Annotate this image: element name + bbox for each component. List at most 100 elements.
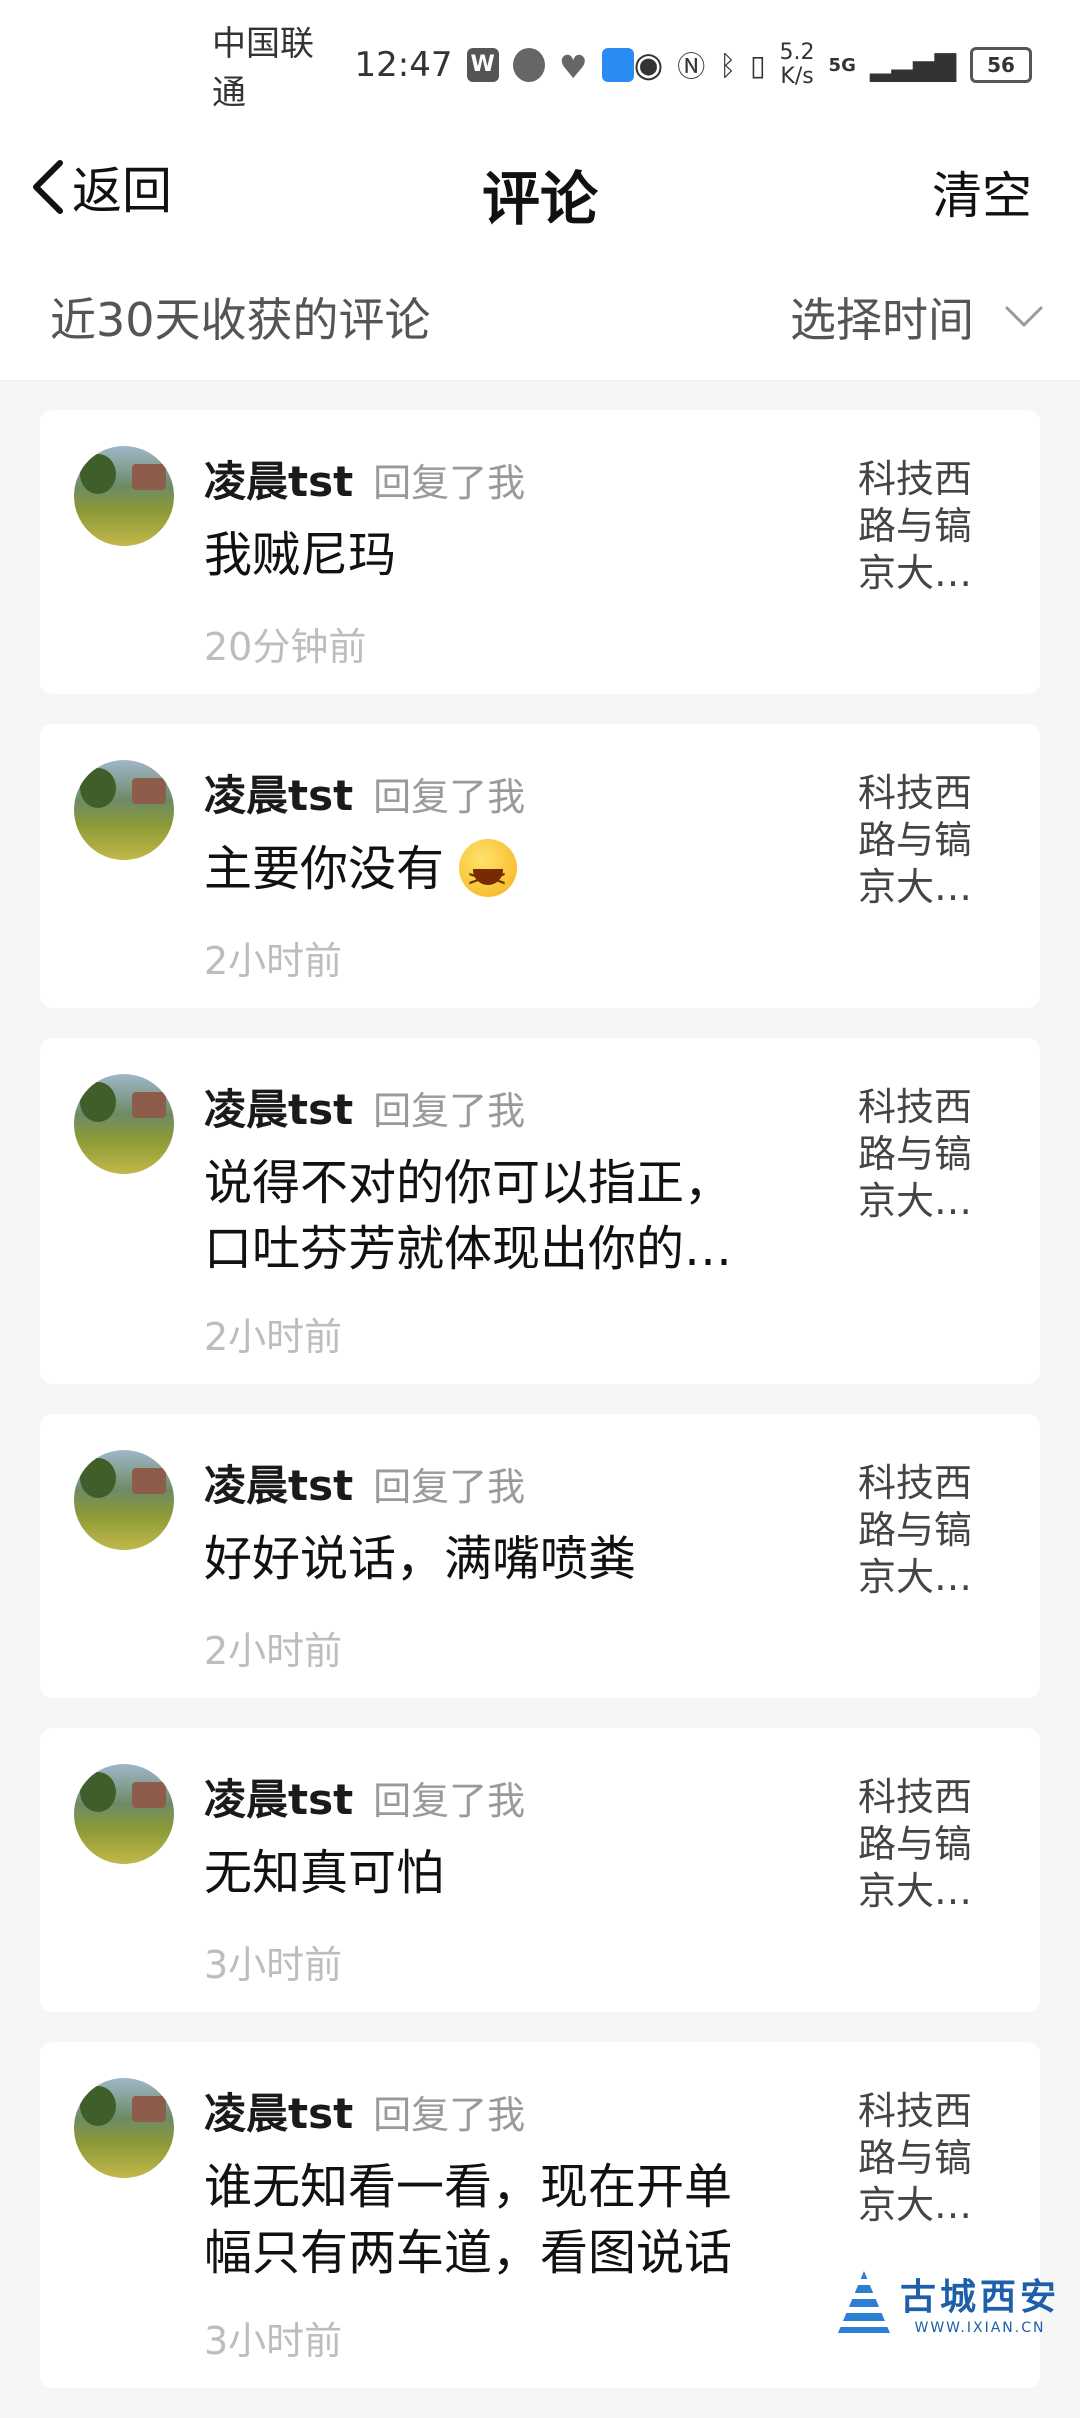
- status-right: ◉ Ⓝ ᛒ ▯ 5.2 K/s 5G ▂▃▅▇ 56: [634, 41, 1032, 89]
- net-speed-unit: K/s: [780, 64, 814, 89]
- comment-time: 2小时前: [204, 939, 343, 983]
- comment-card[interactable]: 凌晨tst 回复了我 主要你没有 2小时前 科技西 路与镐 京大…: [40, 724, 1040, 1008]
- carrier-name: 中国联通: [212, 24, 314, 113]
- comment-text: 我贼尼玛: [204, 522, 804, 588]
- location-line-1: 科技西: [858, 771, 973, 815]
- filter-bar: 近30天收获的评论 选择时间: [0, 242, 1080, 381]
- wps-app-icon: W: [466, 48, 499, 82]
- username[interactable]: 凌晨tst: [204, 1766, 353, 1827]
- username[interactable]: 凌晨tst: [204, 762, 353, 823]
- location-line-2: 路与镐: [858, 818, 973, 862]
- location-label: 科技西 路与镐 京大…: [858, 770, 998, 911]
- comment-card[interactable]: 凌晨tst 回复了我 谁无知看一看，现在开单 幅只有两车道，看图说话 3小时前 …: [40, 2042, 1040, 2388]
- comment-header: 凌晨tst 回复了我: [204, 1766, 525, 1827]
- location-line-1: 科技西: [858, 457, 973, 501]
- comment-time: 2小时前: [204, 1315, 343, 1359]
- location-line-1: 科技西: [858, 2089, 973, 2133]
- clear-button[interactable]: 清空: [932, 156, 1032, 228]
- nfc-icon: Ⓝ: [677, 50, 706, 83]
- comment-card[interactable]: 凌晨tst 回复了我 好好说话，满嘴喷粪 2小时前 科技西 路与镐 京大…: [40, 1414, 1040, 1698]
- location-line-2: 路与镐: [858, 504, 973, 548]
- battery-icon: 56: [970, 47, 1032, 83]
- comment-header: 凌晨tst 回复了我: [204, 2080, 525, 2141]
- comment-line-2: 幅只有两车道，看图说话: [204, 2225, 733, 2281]
- comment-card[interactable]: 凌晨tst 回复了我 说得不对的你可以指正， 口吐芬芳就体现出你的… 2小时前 …: [40, 1038, 1040, 1384]
- health-heart-icon: ♥: [558, 48, 588, 86]
- avatar[interactable]: [74, 1450, 174, 1550]
- username[interactable]: 凌晨tst: [204, 1076, 353, 1137]
- avatar[interactable]: [74, 2078, 174, 2178]
- comment-time: 3小时前: [204, 1943, 343, 1987]
- location-label: 科技西 路与镐 京大…: [858, 2088, 998, 2229]
- avatar[interactable]: [74, 1764, 174, 1864]
- comment-list: 凌晨tst 回复了我 我贼尼玛 20分钟前 科技西 路与镐 京大… 凌晨tst …: [40, 410, 1040, 2418]
- basketball-app-icon: [512, 48, 545, 82]
- location-label: 科技西 路与镐 京大…: [858, 456, 998, 597]
- comment-header: 凌晨tst 回复了我: [204, 448, 525, 509]
- comment-line-1: 主要你没有: [204, 841, 445, 897]
- filter-title: 近30天收获的评论: [50, 293, 431, 347]
- comment-line-1: 说得不对的你可以指正，: [204, 1155, 733, 1211]
- watermark-main: 古城西安: [899, 2276, 1060, 2318]
- weather-app-icon: [601, 48, 634, 82]
- laughing-emoji-icon: [459, 839, 518, 911]
- comment-line-1: 无知真可怕: [204, 1845, 445, 1901]
- location-line-2: 路与镐: [858, 2136, 973, 2180]
- signal-icon: ▂▃▅▇: [869, 48, 956, 82]
- location-label: 科技西 路与镐 京大…: [858, 1774, 998, 1915]
- comment-header: 凌晨tst 回复了我: [204, 1452, 525, 1513]
- status-left: 中国联通 12:47 W ♥: [212, 16, 634, 114]
- location-line-1: 科技西: [858, 1461, 973, 1505]
- location-line-3: 京大…: [858, 865, 973, 909]
- comment-line-1: 我贼尼玛: [204, 527, 397, 583]
- avatar[interactable]: [74, 446, 174, 546]
- net-speed: 5.2 K/s: [780, 41, 815, 89]
- chevron-down-icon: [1005, 306, 1043, 327]
- comment-text: 无知真可怕: [204, 1840, 804, 1906]
- reply-label: 回复了我: [373, 1089, 526, 1133]
- reply-label: 回复了我: [373, 1465, 526, 1509]
- location-line-1: 科技西: [858, 1775, 973, 1819]
- pagoda-logo-icon: [837, 2271, 890, 2333]
- eye-comfort-icon: ◉: [633, 45, 664, 85]
- comment-text: 说得不对的你可以指正， 口吐芬芳就体现出你的…: [204, 1150, 804, 1282]
- location-line-3: 京大…: [858, 551, 973, 595]
- username[interactable]: 凌晨tst: [204, 2080, 353, 2141]
- site-watermark: 古城西安 WWW.IXIAN.CN: [837, 2268, 1060, 2336]
- location-line-3: 京大…: [858, 2183, 973, 2227]
- avatar[interactable]: [74, 1074, 174, 1174]
- reply-label: 回复了我: [373, 1779, 526, 1823]
- comment-text: 主要你没有: [204, 836, 804, 911]
- nav-bar: 返回 评论 清空: [0, 130, 1080, 242]
- comment-time: 2小时前: [204, 1629, 343, 1673]
- comment-header: 凌晨tst 回复了我: [204, 1076, 525, 1137]
- comment-text: 好好说话，满嘴喷粪: [204, 1526, 804, 1592]
- bluetooth-icon: ᛒ: [719, 48, 737, 82]
- comment-header: 凌晨tst 回复了我: [204, 762, 525, 823]
- net-speed-value: 5.2: [779, 40, 815, 65]
- page-title: 评论: [481, 165, 598, 233]
- username[interactable]: 凌晨tst: [204, 448, 353, 509]
- time-select-dropdown[interactable]: 选择时间: [790, 284, 1044, 350]
- reply-label: 回复了我: [373, 775, 526, 819]
- comment-line-1: 谁无知看一看，现在开单: [204, 2159, 733, 2215]
- location-line-3: 京大…: [858, 1869, 973, 1913]
- watermark-text: 古城西安 WWW.IXIAN.CN: [900, 2268, 1060, 2336]
- comment-card[interactable]: 凌晨tst 回复了我 无知真可怕 3小时前 科技西 路与镐 京大…: [40, 1728, 1040, 2012]
- avatar[interactable]: [74, 760, 174, 860]
- comment-card[interactable]: 凌晨tst 回复了我 我贼尼玛 20分钟前 科技西 路与镐 京大…: [40, 410, 1040, 694]
- location-line-2: 路与镐: [858, 1132, 973, 1176]
- network-type: 5G: [828, 54, 856, 76]
- location-line-2: 路与镐: [858, 1822, 973, 1866]
- time-select-label: 选择时间: [790, 293, 974, 347]
- reply-label: 回复了我: [373, 2093, 526, 2137]
- comment-time: 3小时前: [204, 2319, 343, 2363]
- username[interactable]: 凌晨tst: [204, 1452, 353, 1513]
- reply-label: 回复了我: [373, 461, 526, 505]
- location-line-3: 京大…: [858, 1555, 973, 1599]
- location-line-2: 路与镐: [858, 1508, 973, 1552]
- comment-line-2: 口吐芬芳就体现出你的…: [204, 1221, 733, 1277]
- vibrate-icon: ▯: [750, 48, 766, 82]
- watermark-sub: WWW.IXIAN.CN: [914, 2320, 1046, 2336]
- location-line-1: 科技西: [858, 1085, 973, 1129]
